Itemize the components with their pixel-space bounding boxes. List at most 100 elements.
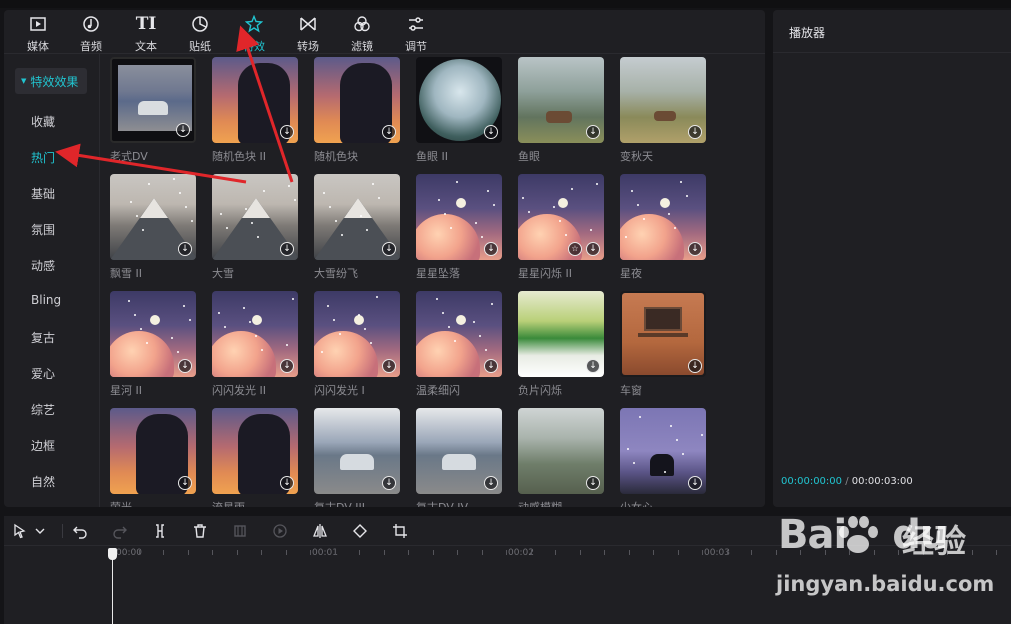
sidebar-item-basic[interactable]: 基础 [31,185,55,202]
download-icon[interactable]: ↓ [484,359,498,373]
download-icon[interactable]: ↓ [484,476,498,490]
effect-thumbnail[interactable]: ↓ [212,57,298,143]
effect-card[interactable]: ↓ 星星坠落 [416,174,502,281]
download-icon[interactable]: ↓ [280,125,294,139]
tab-audio[interactable]: 音频 [65,10,117,54]
effect-card[interactable]: ↓ 萤光 [110,408,196,507]
effect-card[interactable]: ↓ 车窗 [620,291,706,398]
download-icon[interactable]: ↓ [688,476,702,490]
tab-effects[interactable]: 特效 [228,10,280,54]
effect-thumbnail[interactable]: ↓ [110,57,196,143]
effect-thumbnail[interactable]: ↓ [416,291,502,377]
tab-filter[interactable]: 滤镜 [336,10,388,54]
crop-button[interactable] [390,522,410,540]
effect-thumbnail[interactable]: ↓ [518,291,604,377]
download-icon[interactable]: ↓ [586,476,600,490]
download-icon[interactable]: ↓ [178,359,192,373]
redo-button[interactable] [110,522,130,540]
download-icon[interactable]: ↓ [484,242,498,256]
tab-media[interactable]: 媒体 [12,10,64,54]
freeze-frame-button[interactable] [230,522,250,540]
sidebar-item-variety[interactable]: 综艺 [31,401,55,418]
effect-card[interactable]: ↓ 流星雨 [212,408,298,507]
sidebar-item-border[interactable]: 边框 [31,437,55,454]
undo-button[interactable] [70,522,90,540]
effect-thumbnail[interactable]: ↓ [518,408,604,494]
effect-card[interactable]: ↓ 随机色块 II [212,57,298,164]
delete-button[interactable] [190,522,210,540]
download-icon[interactable]: ↓ [586,125,600,139]
effect-thumbnail[interactable]: ↓ [212,408,298,494]
download-icon[interactable]: ↓ [382,242,396,256]
effect-card[interactable]: ↓ 负片闪烁 [518,291,604,398]
effect-thumbnail[interactable]: ↓ [620,408,706,494]
effect-thumbnail[interactable]: ↓ [110,291,196,377]
tab-transition[interactable]: 转场 [282,10,334,54]
effect-card[interactable]: ↓ 大雪纷飞 [314,174,400,281]
play-reverse-button[interactable] [270,522,290,540]
effect-card[interactable]: ↓ 飘雪 II [110,174,196,281]
download-icon[interactable]: ↓ [280,242,294,256]
effect-thumbnail[interactable]: ↓ [416,174,502,260]
category-header[interactable]: ▼ 特效效果 [15,68,87,94]
effect-card[interactable]: ↓ 复古DV III [314,408,400,507]
tab-text[interactable]: TI 文本 [120,10,172,54]
effect-thumbnail[interactable]: ↓ [416,408,502,494]
split-button[interactable] [150,522,170,540]
sidebar-item-atmosphere[interactable]: 氛围 [31,221,55,238]
effect-thumbnail[interactable]: ☆ ↓ [518,174,604,260]
download-icon[interactable]: ↓ [688,125,702,139]
download-icon[interactable]: ↓ [178,242,192,256]
playhead-handle[interactable] [108,548,117,560]
download-icon[interactable]: ↓ [382,359,396,373]
effect-card[interactable]: ↓ 星河 II [110,291,196,398]
download-icon[interactable]: ↓ [484,125,498,139]
effect-card[interactable]: ↓ 随机色块 [314,57,400,164]
effect-thumbnail[interactable]: ↓ [212,291,298,377]
download-icon[interactable]: ↓ [688,242,702,256]
effect-card[interactable]: ↓ 星夜 [620,174,706,281]
effect-thumbnail[interactable]: ↓ [620,291,706,377]
effect-thumbnail[interactable]: ↓ [620,174,706,260]
effect-thumbnail[interactable]: ↓ [314,57,400,143]
sidebar-item-dynamic[interactable]: 动感 [31,257,55,274]
sidebar-item-hot[interactable]: 热门 [31,149,55,166]
effect-card[interactable]: ↓ 鱼眼 [518,57,604,164]
download-icon[interactable]: ↓ [178,476,192,490]
download-icon[interactable]: ↓ [688,359,702,373]
download-icon[interactable]: ↓ [586,242,600,256]
effect-card[interactable]: ↓ 大雪 [212,174,298,281]
effect-card[interactable]: ↓ 变秋天 [620,57,706,164]
tab-sticker[interactable]: 贴纸 [174,10,226,54]
download-icon[interactable]: ↓ [176,123,190,137]
mirror-button[interactable] [310,522,330,540]
effect-thumbnail[interactable]: ↓ [110,174,196,260]
effect-card[interactable]: ☆ ↓ 星星闪烁 II [518,174,604,281]
effect-thumbnail[interactable]: ↓ [620,57,706,143]
sidebar-item-retro[interactable]: 复古 [31,329,55,346]
download-icon[interactable]: ↓ [280,476,294,490]
download-icon[interactable]: ↓ [586,359,600,373]
sidebar-item-bling[interactable]: Bling [31,293,61,307]
effect-card[interactable]: ↓ 少女心 [620,408,706,507]
download-icon[interactable]: ↓ [280,359,294,373]
sidebar-item-favorites[interactable]: 收藏 [31,113,55,130]
rotate-button[interactable] [350,522,370,540]
download-icon[interactable]: ↓ [382,125,396,139]
effect-thumbnail[interactable]: ↓ [314,174,400,260]
effect-card[interactable]: ↓ 动感模糊 [518,408,604,507]
effect-thumbnail[interactable]: ↓ [416,57,502,143]
tab-adjust[interactable]: 调节 [390,10,442,54]
effect-card[interactable]: ↓ 鱼眼 II [416,57,502,164]
effect-thumbnail[interactable]: ↓ [110,408,196,494]
effect-card[interactable]: ↓ 温柔细闪 [416,291,502,398]
effect-thumbnail[interactable]: ↓ [518,57,604,143]
select-mode-dropdown[interactable] [32,522,48,540]
effect-card[interactable]: ↓ 老式DV [110,57,196,164]
effect-card[interactable]: ↓ 复古DV IV [416,408,502,507]
star-icon[interactable]: ☆ [568,242,582,256]
sidebar-item-nature[interactable]: 自然 [31,473,55,490]
sidebar-item-love[interactable]: 爱心 [31,365,55,382]
effect-thumbnail[interactable]: ↓ [314,408,400,494]
effect-thumbnail[interactable]: ↓ [314,291,400,377]
